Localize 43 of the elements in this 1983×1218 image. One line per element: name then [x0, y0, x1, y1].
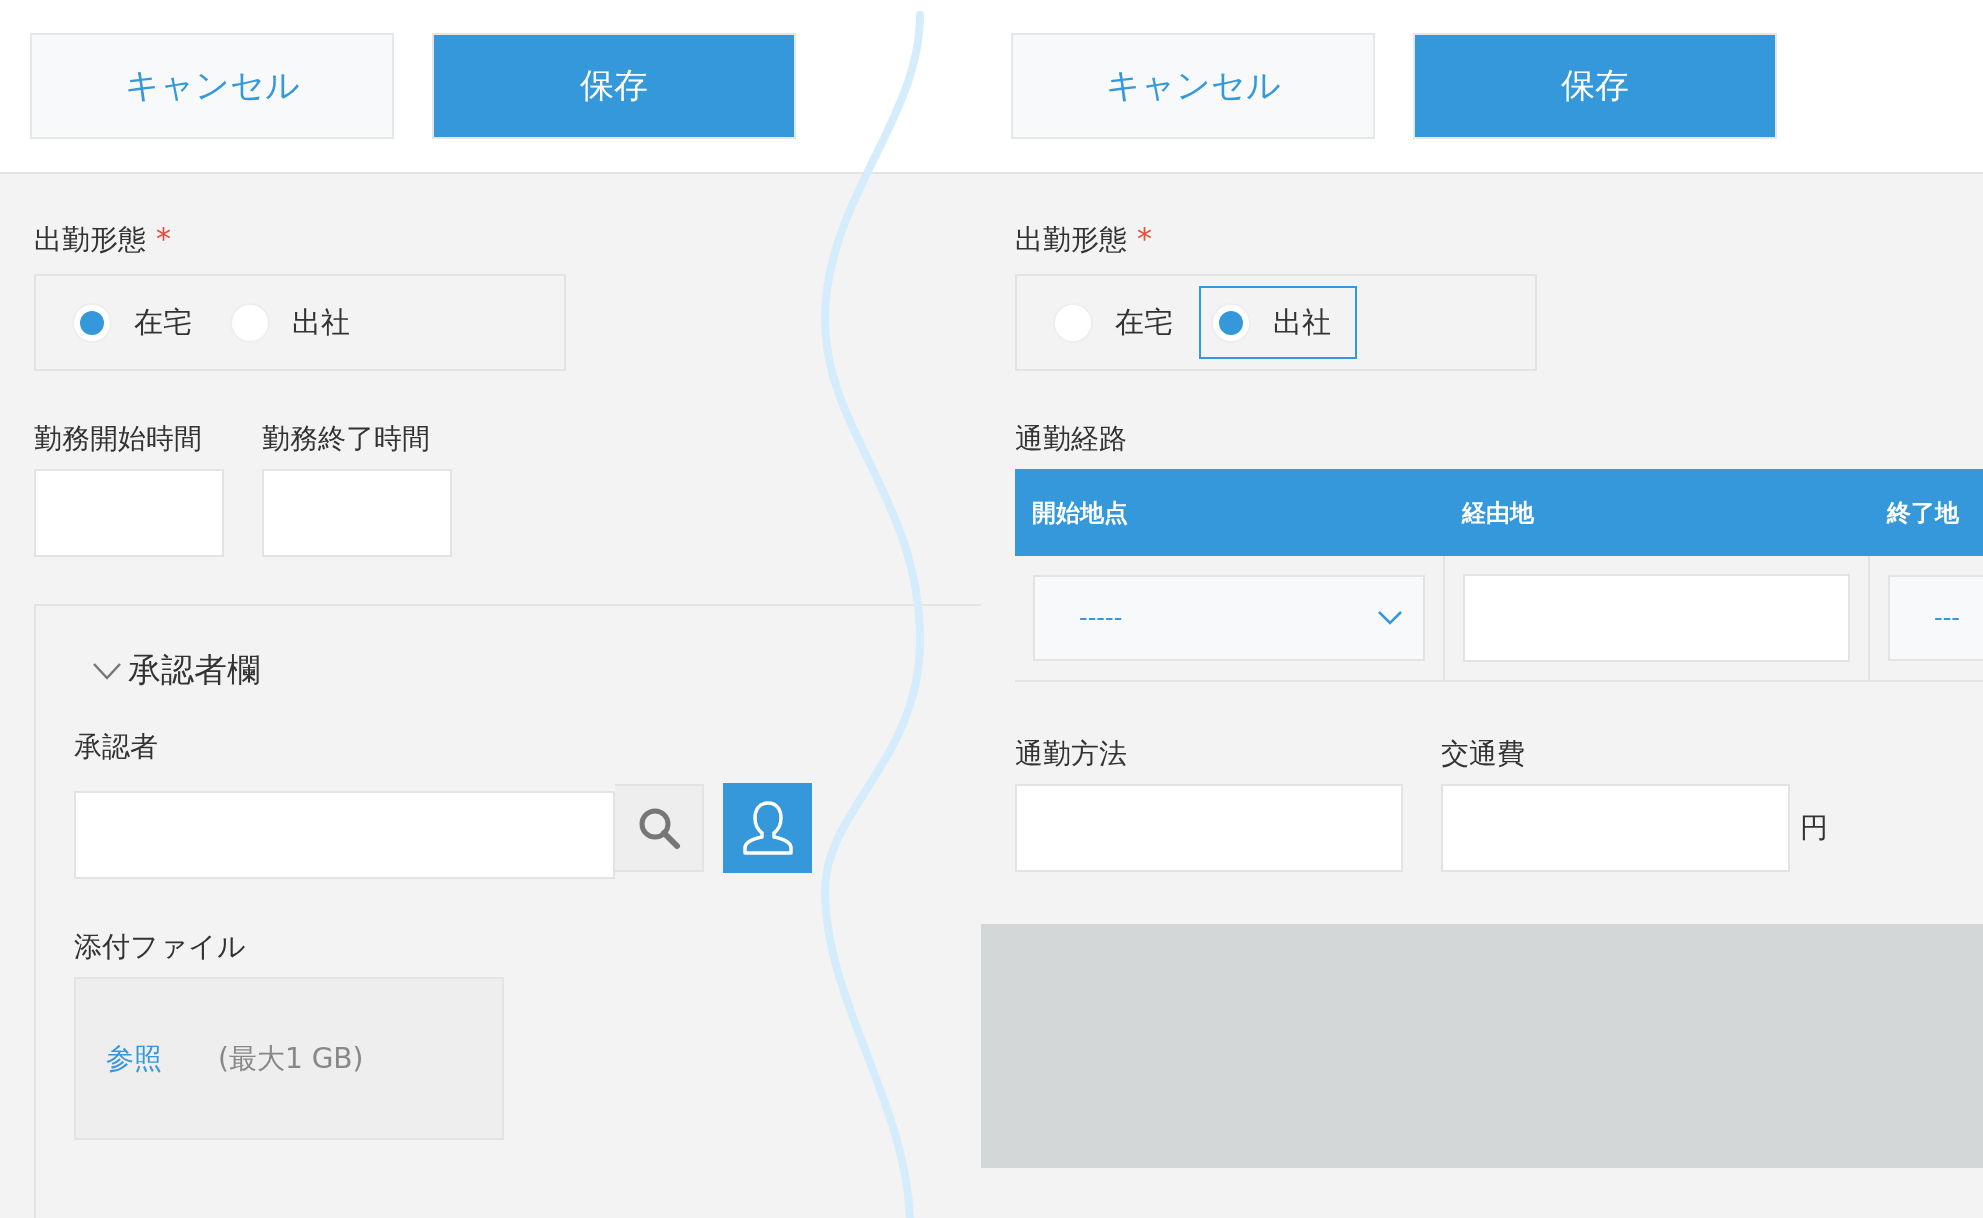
input-field[interactable]	[1463, 574, 1850, 662]
user-select-button[interactable]	[723, 783, 812, 873]
input-field[interactable]	[262, 469, 452, 557]
radio-option[interactable]: 在宅	[60, 286, 218, 359]
dropdown[interactable]: -----	[1033, 575, 1425, 661]
radio-label: 在宅	[1115, 303, 1173, 341]
radio-label: 出社	[292, 303, 350, 341]
field-label: 勤務終了時間	[262, 423, 431, 455]
field-label: 添付ファイル	[74, 931, 247, 963]
input-field[interactable]	[74, 791, 615, 879]
size-limit-note: (最大1 GB)	[218, 1040, 364, 1077]
required-mark: *	[156, 224, 171, 254]
field-label: 通勤経路	[1015, 423, 1128, 455]
field-label: 出勤形態	[34, 224, 146, 256]
field-label: 出勤形態	[1015, 224, 1127, 256]
radio-label: 出社	[1273, 303, 1331, 341]
radio-label: 在宅	[134, 303, 192, 341]
unit-label: 円	[1800, 810, 1828, 846]
section-toggle[interactable]: 承認者欄	[92, 648, 981, 693]
cancel-button[interactable]: キャンセル	[30, 33, 394, 139]
save-button[interactable]: 保存	[1413, 33, 1777, 139]
input-field[interactable]	[1441, 784, 1790, 872]
field-label: 承認者	[74, 731, 159, 763]
field-label: 通勤方法	[1015, 738, 1128, 770]
column-header: 終了地	[1870, 469, 1983, 556]
chevron-icon	[1377, 610, 1403, 626]
column-header: 開始地点	[1015, 469, 1445, 556]
field-label: 交通費	[1441, 738, 1526, 770]
required-mark: *	[1137, 224, 1152, 254]
radio-button[interactable]	[1213, 304, 1249, 341]
radio-option[interactable]: 出社	[1199, 286, 1357, 359]
input-field[interactable]	[34, 469, 224, 557]
radio-option[interactable]: 在宅	[1041, 286, 1199, 359]
browse-link[interactable]: 参照	[106, 1039, 162, 1078]
dropdown[interactable]: ---	[1888, 575, 1983, 661]
radio-button[interactable]	[74, 304, 110, 341]
input-field[interactable]	[1015, 784, 1403, 872]
save-button[interactable]: 保存	[432, 33, 796, 139]
radio-option[interactable]: 出社	[218, 286, 376, 359]
search-button[interactable]	[615, 784, 704, 872]
field-label: 勤務開始時間	[34, 423, 203, 455]
column-header: 経由地	[1445, 469, 1870, 556]
cancel-button[interactable]: キャンセル	[1011, 33, 1375, 139]
